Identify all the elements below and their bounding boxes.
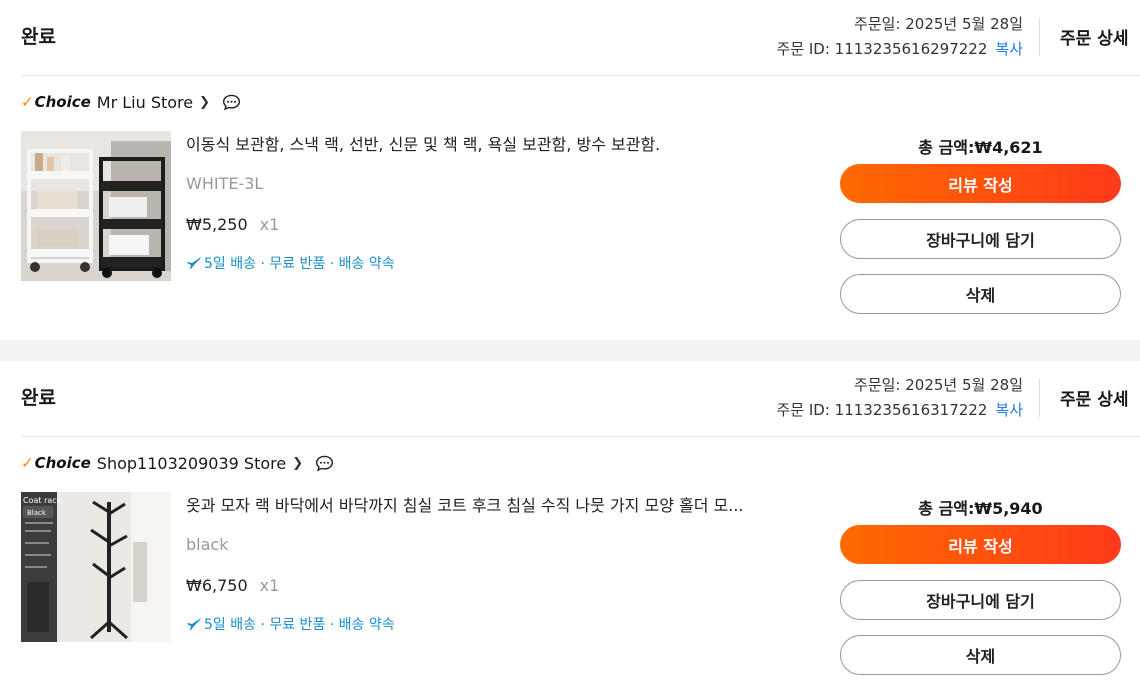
check-icon: ✓	[21, 454, 34, 472]
store-name: Mr Liu Store	[96, 92, 194, 112]
delete-order-button[interactable]: 삭제	[840, 274, 1121, 314]
thumb-color: Black	[27, 509, 47, 517]
order-card: 완료 주문일: 2025년 5월 28일 주문 ID: 111323561629…	[0, 0, 1140, 340]
product-price: ₩5,250	[186, 215, 248, 234]
order-id: 주문 ID: 1113235616297222	[776, 40, 988, 58]
store-row: ✓ Choice Shop1103209039 Store ❯	[21, 452, 334, 474]
shipping-text: 5일 배송 · 무료 반품 · 배송 약속	[204, 617, 395, 633]
choice-label: Choice	[34, 93, 91, 111]
shipping-info: 5일 배송 · 무료 반품 · 배송 약속	[186, 253, 395, 273]
write-review-button[interactable]: 리뷰 작성	[840, 164, 1121, 203]
order-meta: 주문일: 2025년 5월 28일 주문 ID: 111323561629722…	[777, 12, 1023, 62]
order-meta: 주문일: 2025년 5월 28일 주문 ID: 111323561631722…	[777, 373, 1023, 423]
divider	[21, 436, 1140, 437]
choice-badge: ✓ Choice	[21, 93, 91, 111]
order-card: 완료 주문일: 2025년 5월 28일 주문 ID: 111323561631…	[0, 361, 1140, 681]
product-title[interactable]: 이동식 보관함, 스낵 랙, 선반, 신문 및 책 랙, 욕실 보관함, 방수 …	[186, 131, 786, 155]
chat-icon[interactable]	[315, 455, 334, 472]
divider	[21, 75, 1140, 76]
order-status: 완료	[21, 387, 56, 409]
airplane-icon	[187, 618, 201, 630]
product-price-row: ₩6,750 x1	[186, 576, 279, 595]
product-price: ₩6,750	[186, 576, 248, 595]
product-image[interactable]	[21, 131, 171, 281]
check-icon: ✓	[21, 93, 34, 111]
airplane-icon	[187, 257, 201, 269]
delete-order-button[interactable]: 삭제	[840, 635, 1121, 675]
product-image[interactable]: Coat rack Black	[21, 492, 171, 642]
product-price-row: ₩5,250 x1	[186, 215, 279, 234]
chat-icon[interactable]	[222, 94, 241, 111]
section-gap	[0, 340, 1140, 361]
add-to-cart-button[interactable]: 장바구니에 담기	[840, 580, 1121, 620]
store-row: ✓ Choice Mr Liu Store ❯	[21, 91, 241, 113]
chevron-right-icon: ❯	[199, 94, 211, 110]
choice-label: Choice	[34, 454, 91, 472]
store-link[interactable]: Shop1103209039 Store ❯	[97, 454, 303, 473]
shipping-text: 5일 배송 · 무료 반품 · 배송 약속	[204, 256, 395, 272]
add-to-cart-button[interactable]: 장바구니에 담기	[840, 219, 1121, 259]
store-name: Shop1103209039 Store	[96, 453, 287, 473]
write-review-button[interactable]: 리뷰 작성	[840, 525, 1121, 564]
product-quantity: x1	[259, 215, 280, 234]
choice-badge: ✓ Choice	[21, 454, 91, 472]
order-total: 총 금액:₩4,621	[918, 138, 1043, 157]
shipping-info: 5일 배송 · 무료 반품 · 배송 약속	[186, 614, 395, 634]
copy-order-id-link[interactable]: 복사	[995, 401, 1023, 419]
divider	[1039, 379, 1040, 417]
product-variant: black	[186, 535, 229, 554]
order-date: 주문일: 2025년 5월 28일	[854, 376, 1023, 394]
order-detail-link[interactable]: 주문 상세	[1060, 24, 1128, 49]
copy-order-id-link[interactable]: 복사	[995, 40, 1023, 58]
order-total: 총 금액:₩5,940	[918, 499, 1043, 518]
product-title[interactable]: 옷과 모자 랙 바닥에서 바닥까지 침실 코트 후크 침실 수직 나뭇 가지 모…	[186, 492, 786, 516]
order-id: 주문 ID: 1113235616317222	[776, 401, 988, 419]
product-variant: WHITE-3L	[186, 174, 264, 193]
order-status: 완료	[21, 26, 56, 48]
product-quantity: x1	[259, 576, 280, 595]
thumb-title: Coat rack	[23, 496, 62, 505]
divider	[1039, 18, 1040, 56]
order-date: 주문일: 2025년 5월 28일	[854, 15, 1023, 33]
order-detail-link[interactable]: 주문 상세	[1060, 385, 1128, 410]
chevron-right-icon: ❯	[292, 455, 304, 471]
store-link[interactable]: Mr Liu Store ❯	[97, 93, 210, 112]
